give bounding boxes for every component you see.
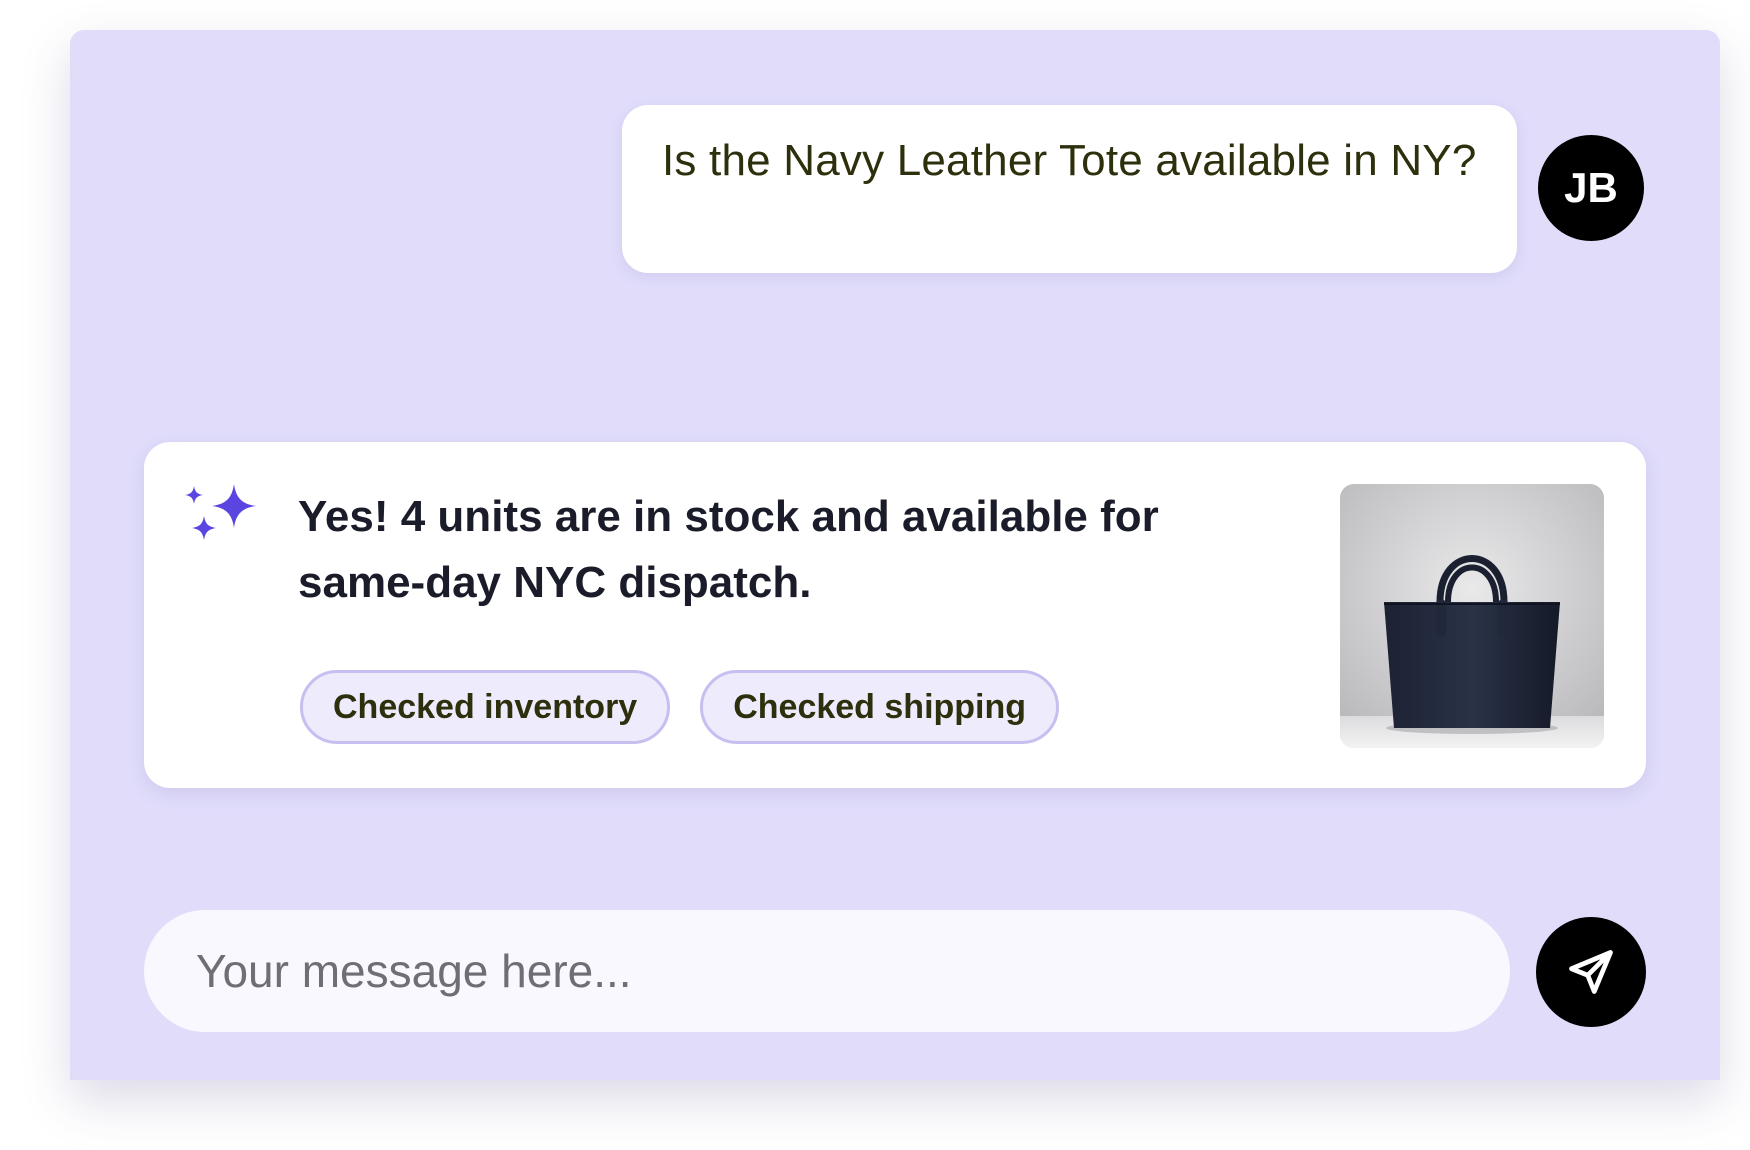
- chip-checked-shipping[interactable]: Checked shipping: [700, 670, 1060, 744]
- product-image[interactable]: [1340, 484, 1604, 748]
- chat-panel: Is the Navy Leather Tote available in NY…: [70, 30, 1720, 1080]
- send-button[interactable]: [1536, 917, 1646, 1027]
- tote-bag-image: [1340, 484, 1604, 748]
- sparkle-icon: [185, 484, 256, 540]
- message-input[interactable]: [194, 943, 1460, 999]
- avatar-initials: JB: [1564, 164, 1618, 211]
- chip-checked-inventory[interactable]: Checked inventory: [300, 670, 671, 744]
- user-avatar[interactable]: JB: [1538, 135, 1644, 241]
- send-icon: [1569, 950, 1613, 994]
- assistant-message-text: Yes! 4 units are in stock and available …: [298, 492, 1159, 607]
- user-message-text: Is the Navy Leather Tote available in NY…: [662, 136, 1477, 185]
- user-message-bubble: Is the Navy Leather Tote available in NY…: [622, 105, 1517, 273]
- message-input-container: [144, 910, 1510, 1032]
- assistant-message-card: Yes! 4 units are in stock and available …: [144, 442, 1646, 788]
- tool-chips: Checked inventory Checked shipping: [300, 670, 1060, 744]
